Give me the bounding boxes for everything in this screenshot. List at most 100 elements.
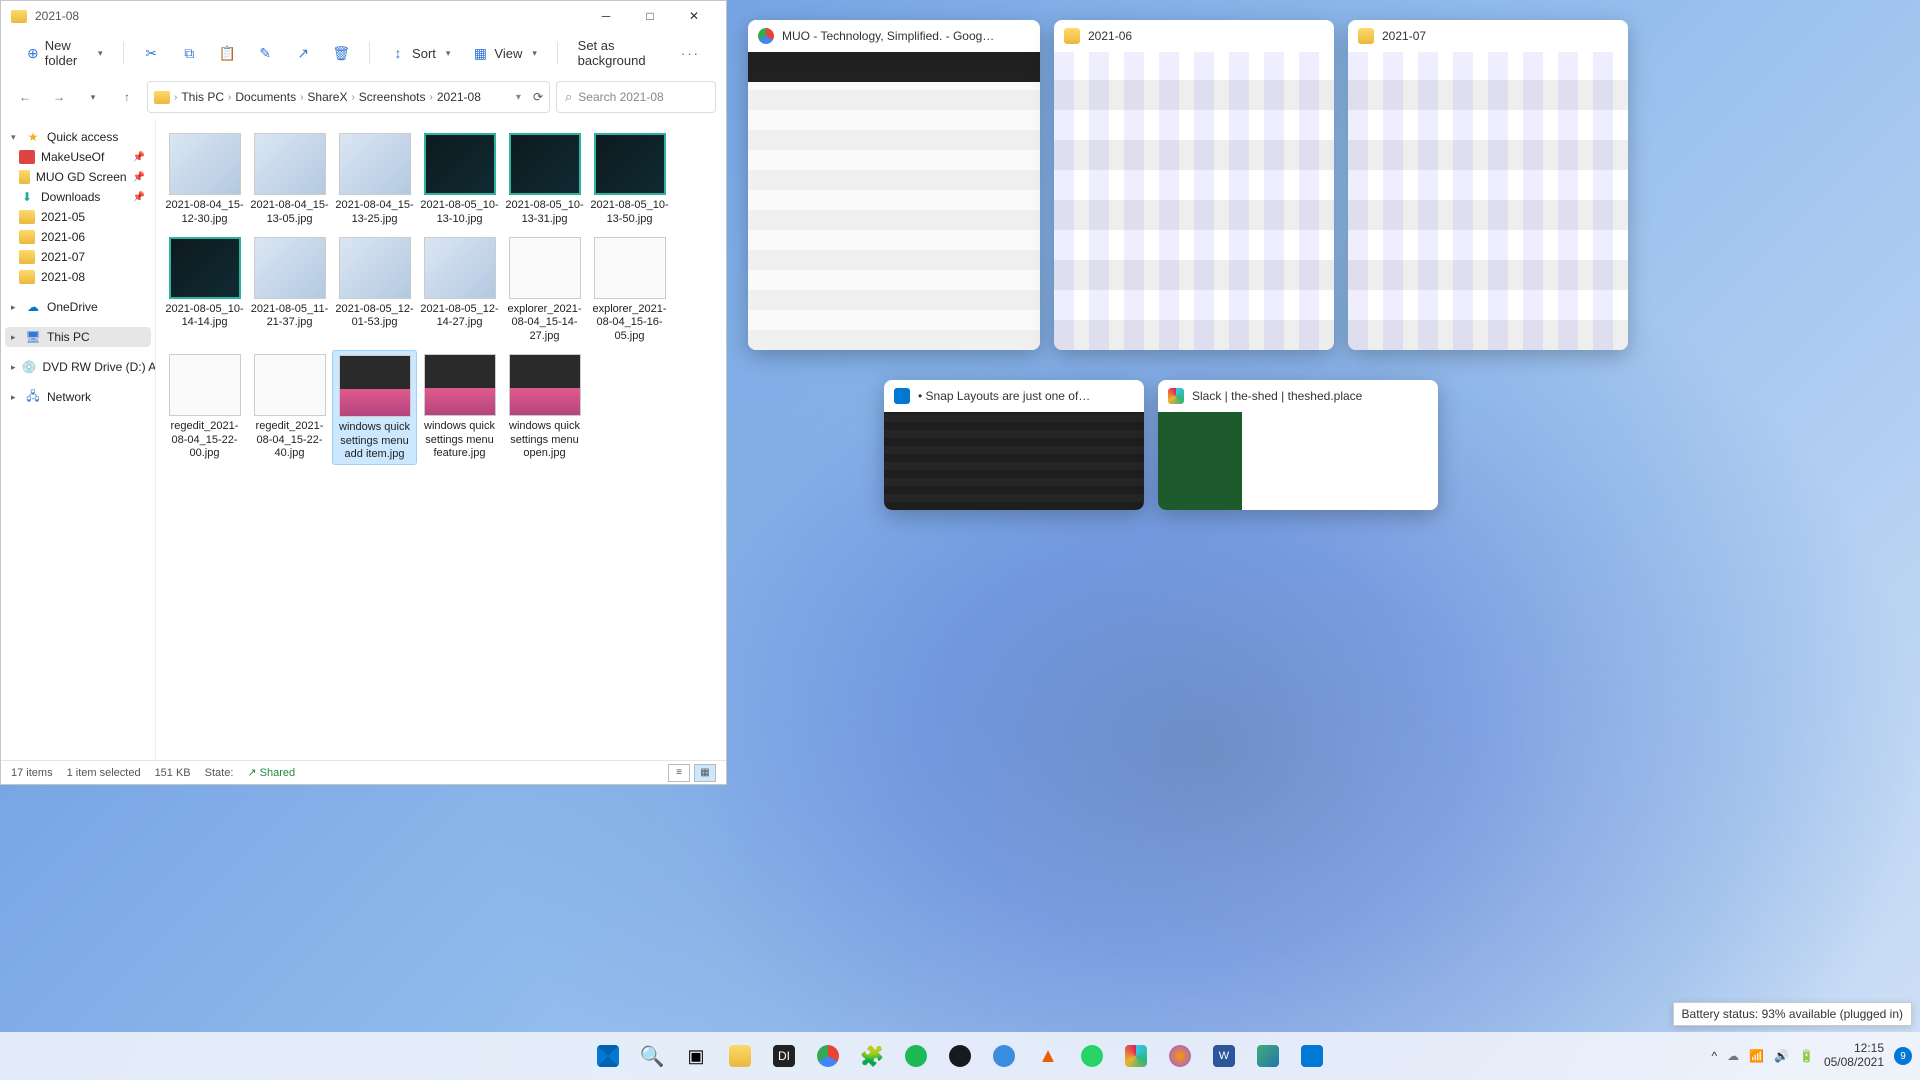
sharex-button[interactable] [1248, 1036, 1288, 1076]
search-box[interactable]: ⌕ Search 2021-08 [556, 81, 716, 113]
app-button[interactable]: 🧩 [852, 1036, 892, 1076]
window-titlebar[interactable]: 2021-08 ─ □ ✕ [1, 1, 726, 31]
snap-card-slack[interactable]: Slack | the-shed | theshed.place [1158, 380, 1438, 510]
vscode-icon [894, 388, 910, 404]
new-folder-button[interactable]: ⊕New folder▾ [19, 34, 111, 72]
cut-button[interactable]: ✂ [135, 41, 167, 65]
back-button[interactable]: ← [11, 83, 39, 111]
sidebar-item-muo-gd[interactable]: MUO GD Screen📌 [5, 167, 151, 187]
qbittorrent-button[interactable] [984, 1036, 1024, 1076]
breadcrumb[interactable]: › This PC› Documents› ShareX› Screenshot… [147, 81, 550, 113]
refresh-button[interactable]: ⟳ [533, 90, 543, 104]
up-button[interactable]: ↑ [113, 83, 141, 111]
pin-icon: 📌 [133, 152, 145, 163]
sidebar-onedrive[interactable]: ▸☁OneDrive [5, 297, 151, 317]
file-item[interactable]: 2021-08-05_12-01-53.jpg [332, 233, 417, 346]
app-icon: DI [773, 1045, 795, 1067]
delete-button[interactable]: 🗑 [325, 41, 357, 65]
search-button[interactable]: 🔍 [632, 1036, 672, 1076]
view-button[interactable]: ▦View▾ [464, 41, 544, 65]
sidebar-item-2021-05[interactable]: 2021-05 [5, 207, 151, 227]
file-item[interactable]: regedit_2021-08-04_15-22-40.jpg [247, 350, 332, 465]
slack-button[interactable] [1116, 1036, 1156, 1076]
file-item[interactable]: windows quick settings menu open.jpg [502, 350, 587, 465]
notification-badge[interactable]: 9 [1894, 1047, 1912, 1065]
spotify-button[interactable] [896, 1036, 936, 1076]
more-button[interactable]: ··· [673, 42, 708, 65]
bc-seg[interactable]: Documents [235, 90, 296, 104]
sidebar-this-pc[interactable]: ▸🖥This PC [5, 327, 151, 347]
wifi-icon[interactable]: 📶 [1749, 1049, 1764, 1063]
file-item[interactable]: 2021-08-04_15-13-25.jpg [332, 129, 417, 229]
volume-icon[interactable]: 🔊 [1774, 1049, 1789, 1063]
steam-button[interactable] [940, 1036, 980, 1076]
battery-icon[interactable]: 🔋 [1799, 1049, 1814, 1063]
word-button[interactable]: W [1204, 1036, 1244, 1076]
file-item[interactable]: 2021-08-05_10-14-14.jpg [162, 233, 247, 346]
sort-button[interactable]: ↕Sort▾ [382, 41, 458, 65]
file-item[interactable]: 2021-08-05_10-13-31.jpg [502, 129, 587, 229]
chrome-button[interactable] [808, 1036, 848, 1076]
forward-button[interactable]: → [45, 83, 73, 111]
bc-seg[interactable]: This PC [181, 90, 224, 104]
file-item[interactable]: 2021-08-04_15-13-05.jpg [247, 129, 332, 229]
navigation-pane[interactable]: ▾★Quick access MakeUseOf📌 MUO GD Screen📌… [1, 119, 156, 760]
onedrive-tray-icon[interactable]: ☁ [1727, 1049, 1739, 1063]
snap-card-vscode[interactable]: • Snap Layouts are just one of… [884, 380, 1144, 510]
chevron-down-icon[interactable]: ▾ [79, 83, 107, 111]
minimize-button[interactable]: ─ [584, 1, 628, 31]
vlc-button[interactable]: ▲ [1028, 1036, 1068, 1076]
share-button[interactable]: ↗ [287, 41, 319, 65]
snap-card-folder-2021-06[interactable]: 2021-06 [1054, 20, 1334, 350]
tray-overflow-icon[interactable]: ^ [1711, 1049, 1717, 1063]
file-item[interactable]: 2021-08-05_10-13-50.jpg [587, 129, 672, 229]
snap-card-folder-2021-07[interactable]: 2021-07 [1348, 20, 1628, 350]
firefox-button[interactable] [1160, 1036, 1200, 1076]
file-item[interactable]: explorer_2021-08-04_15-16-05.jpg [587, 233, 672, 346]
snap-card-preview [748, 52, 1040, 350]
sidebar-dvd[interactable]: ▸💿DVD RW Drive (D:) A [5, 357, 151, 377]
file-list[interactable]: 2021-08-04_15-12-30.jpg2021-08-04_15-13-… [156, 119, 726, 760]
set-as-background-button[interactable]: Set as background [570, 34, 667, 72]
snap-card-title: • Snap Layouts are just one of… [918, 389, 1090, 403]
sidebar-item-downloads[interactable]: ⬇Downloads📌 [5, 187, 151, 207]
sidebar-network[interactable]: ▸🖧Network [5, 387, 151, 407]
paste-button[interactable]: 📋 [211, 41, 243, 65]
file-item[interactable]: windows quick settings menu feature.jpg [417, 350, 502, 465]
system-tray[interactable]: ^ ☁ 📶 🔊 🔋 12:15 05/08/2021 9 [1711, 1042, 1912, 1070]
thumbnails-view-button[interactable]: ▦ [694, 764, 716, 782]
file-item[interactable]: windows quick settings menu add item.jpg [332, 350, 417, 465]
file-item[interactable]: 2021-08-05_12-14-27.jpg [417, 233, 502, 346]
vscode-button[interactable] [1292, 1036, 1332, 1076]
snap-card-title: 2021-07 [1382, 29, 1426, 43]
file-item[interactable]: regedit_2021-08-04_15-22-00.jpg [162, 350, 247, 465]
whatsapp-button[interactable] [1072, 1036, 1112, 1076]
quick-access-header[interactable]: ▾★Quick access [5, 127, 151, 147]
app-button[interactable]: DI [764, 1036, 804, 1076]
clock[interactable]: 12:15 05/08/2021 [1824, 1042, 1884, 1070]
rename-button[interactable]: ✎ [249, 41, 281, 65]
sidebar-item-2021-07[interactable]: 2021-07 [5, 247, 151, 267]
task-view-icon: ▣ [687, 1046, 704, 1067]
sidebar-item-makeuseof[interactable]: MakeUseOf📌 [5, 147, 151, 167]
file-name: 2021-08-05_10-13-31.jpg [504, 199, 585, 227]
sidebar-item-2021-06[interactable]: 2021-06 [5, 227, 151, 247]
bc-seg[interactable]: ShareX [307, 90, 347, 104]
close-button[interactable]: ✕ [672, 1, 716, 31]
chevron-down-icon[interactable]: ▾ [516, 92, 521, 103]
file-item[interactable]: 2021-08-05_11-21-37.jpg [247, 233, 332, 346]
snap-card-chrome[interactable]: MUO - Technology, Simplified. - Goog… [748, 20, 1040, 350]
details-view-button[interactable]: ≡ [668, 764, 690, 782]
start-button[interactable] [588, 1036, 628, 1076]
file-item[interactable]: 2021-08-04_15-12-30.jpg [162, 129, 247, 229]
copy-button[interactable]: ⧉ [173, 41, 205, 65]
bc-seg[interactable]: Screenshots [359, 90, 426, 104]
taskbar[interactable]: 🔍 ▣ DI 🧩 ▲ W ^ ☁ 📶 🔊 🔋 12:15 05/08/2021 … [0, 1032, 1920, 1080]
maximize-button[interactable]: □ [628, 1, 672, 31]
file-explorer-button[interactable] [720, 1036, 760, 1076]
sidebar-item-2021-08[interactable]: 2021-08 [5, 267, 151, 287]
bc-seg[interactable]: 2021-08 [437, 90, 481, 104]
task-view-button[interactable]: ▣ [676, 1036, 716, 1076]
file-item[interactable]: 2021-08-05_10-13-10.jpg [417, 129, 502, 229]
file-item[interactable]: explorer_2021-08-04_15-14-27.jpg [502, 233, 587, 346]
